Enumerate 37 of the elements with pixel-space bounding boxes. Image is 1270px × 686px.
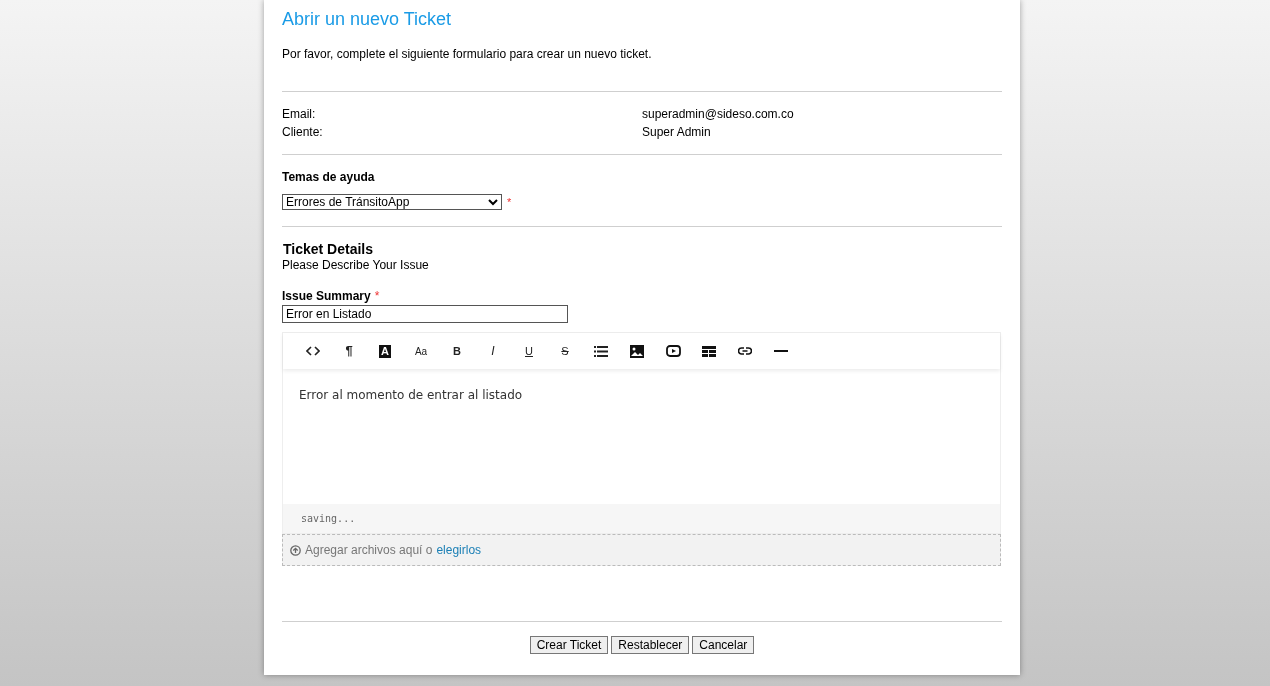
field-value: Super Admin (642, 124, 712, 141)
status-text: saving... (301, 512, 356, 526)
image-icon[interactable] (630, 344, 644, 358)
drop-text: Agregar archivos aquí o (305, 542, 433, 559)
underline-button[interactable]: U (525, 342, 533, 360)
section-title: Ticket Details (282, 240, 374, 257)
form-button[interactable]: Crear Ticket (529, 636, 609, 654)
paragraph-button[interactable]: ¶ (345, 341, 353, 361)
required-mark: * (374, 287, 380, 304)
text-color-button[interactable]: A (379, 344, 391, 358)
field-label: Email: (282, 106, 317, 123)
link-icon[interactable] (738, 347, 752, 355)
font-size-button[interactable]: Aa (414, 343, 428, 359)
editor-text[interactable]: Error al momento de entrar al listado (299, 388, 523, 402)
italic-button[interactable]: I (491, 342, 495, 360)
form-button[interactable]: Restablecer (611, 636, 690, 654)
bold-button[interactable]: B (453, 342, 461, 360)
bullet-list-icon[interactable] (594, 345, 608, 357)
video-icon[interactable] (665, 345, 681, 357)
section-label: Temas de ayuda (282, 169, 376, 186)
form-button[interactable]: Cancelar (692, 636, 755, 654)
code-icon[interactable] (306, 346, 320, 356)
summary-input[interactable]: Error en Listado (282, 304, 568, 323)
strikethrough-button[interactable]: S (561, 342, 569, 360)
page-title: Abrir un nuevo Ticket (282, 8, 453, 31)
field-value: superadmin@sideso.com.co (642, 106, 795, 123)
field-label: Issue Summary (282, 287, 371, 304)
section-subtitle: Please Describe Your Issue (282, 256, 430, 273)
upload-icon (290, 544, 301, 556)
file-drop-zone[interactable]: Agregar archivos aquí o elegirlos (282, 534, 1001, 566)
intro-text: Por favor, complete el siguiente formulario para crear un nuevo ticket. (282, 46, 653, 63)
required-mark: * (507, 195, 512, 210)
topic-dropdown[interactable]: Errores de TránsitoApp (282, 194, 502, 211)
table-icon[interactable] (702, 345, 716, 357)
chevron-down-icon (488, 198, 498, 206)
field-label: Cliente: (282, 124, 324, 141)
choose-files-link[interactable]: elegirlos (436, 541, 482, 559)
